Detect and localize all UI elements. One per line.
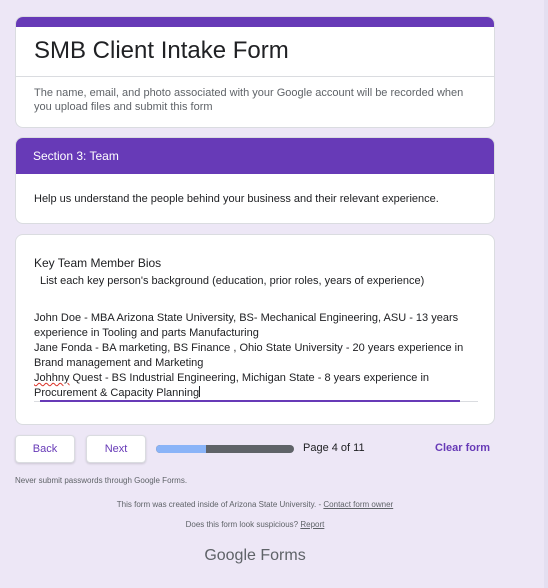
question-card-team-bios: Key Team Member Bios List each key perso… (15, 234, 495, 425)
misspelled-word: Johhny (34, 372, 70, 384)
password-warning: Never submit passwords through Google Fo… (15, 476, 188, 485)
back-button[interactable]: Back (15, 435, 75, 463)
google-forms-logo[interactable]: Google Forms (0, 547, 510, 565)
header-divider (16, 76, 494, 77)
progress-bar (156, 445, 294, 453)
logo-forms-text: Forms (260, 547, 306, 564)
answer-focus-underline (40, 400, 460, 402)
contact-owner-link[interactable]: Contact form owner (323, 500, 393, 509)
page-indicator: Page 4 of 11 (303, 442, 365, 454)
question-help-text: List each key person's background (educa… (40, 275, 425, 287)
clear-form-button[interactable]: Clear form (435, 442, 490, 454)
header-accent-bar (16, 17, 494, 27)
created-by-text: This form was created inside of Arizona … (116, 500, 324, 509)
form-header-card: SMB Client Intake Form The name, email, … (15, 16, 495, 128)
created-by-notice: This form was created inside of Arizona … (0, 500, 510, 509)
answer-line: Johhny Quest - BS Industrial Engineering… (34, 371, 478, 401)
section-title: Section 3: Team (16, 138, 494, 174)
suspicious-text: Does this form look suspicious? (185, 520, 301, 529)
form-title: SMB Client Intake Form (34, 37, 289, 64)
answer-textarea[interactable]: John Doe - MBA Arizona State University,… (34, 311, 478, 401)
next-button[interactable]: Next (86, 435, 146, 463)
logo-google-text: Google (204, 547, 256, 564)
answer-line: John Doe - MBA Arizona State University,… (34, 312, 462, 339)
question-title: Key Team Member Bios (34, 256, 162, 270)
report-link[interactable]: Report (300, 520, 324, 529)
answer-line-text: Quest - BS Industrial Engineering, Michi… (34, 372, 433, 399)
progress-bar-fill (156, 445, 206, 453)
text-caret (199, 386, 201, 397)
suspicious-notice: Does this form look suspicious? Report (0, 520, 510, 529)
page-scrollbar[interactable] (544, 0, 548, 588)
section-description: Help us understand the people behind you… (34, 193, 439, 205)
account-notice: The name, email, and photo associated wi… (34, 87, 464, 113)
answer-line: Jane Fonda - BA marketing, BS Finance , … (34, 342, 467, 369)
section-card: Section 3: Team Help us understand the p… (15, 137, 495, 224)
